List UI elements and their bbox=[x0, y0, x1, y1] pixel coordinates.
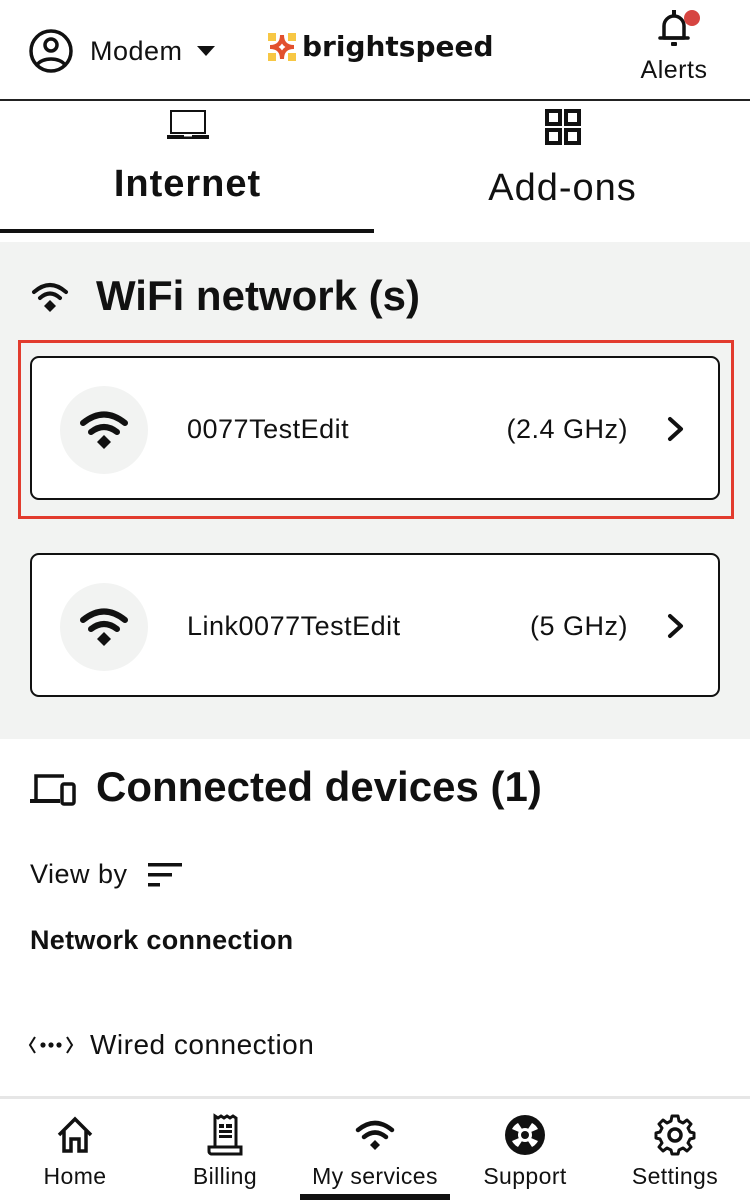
account-selector[interactable]: Modem bbox=[28, 28, 215, 74]
sort-icon bbox=[147, 862, 182, 886]
devices-section-heading: Connected devices (1) bbox=[30, 763, 542, 811]
wifi-networks-section: WiFi network (s) 0077TestEdit (2.4 GHz) … bbox=[0, 242, 750, 739]
tab-label: Add-ons bbox=[488, 167, 637, 209]
view-by-label: View by bbox=[30, 859, 128, 889]
wifi-icon bbox=[355, 1120, 395, 1150]
tab-internet[interactable]: Internet bbox=[0, 103, 375, 235]
brand-logo: brightspeed bbox=[268, 30, 494, 63]
alerts-button[interactable]: Alerts bbox=[632, 6, 716, 85]
network-band: (2.4 GHz) bbox=[506, 414, 628, 444]
nav-my-services[interactable]: My services bbox=[300, 1113, 450, 1190]
ethernet-icon bbox=[28, 1036, 74, 1054]
connected-devices-section: Connected devices (1) View by Network co… bbox=[0, 739, 750, 1095]
wifi-icon bbox=[80, 411, 128, 449]
nav-support[interactable]: Support bbox=[450, 1113, 600, 1190]
network-band: (5 GHz) bbox=[530, 611, 628, 641]
devices-icon bbox=[30, 774, 76, 806]
chevron-right-icon bbox=[668, 417, 683, 441]
wired-connection-group[interactable]: Wired connection bbox=[28, 1029, 314, 1061]
network-name: 0077TestEdit bbox=[187, 414, 350, 444]
app-header: Modem brightspeed Alerts bbox=[0, 0, 750, 101]
nav-label: Home bbox=[43, 1163, 107, 1189]
bottom-navigation: Home Billing My services Support Setting… bbox=[0, 1096, 750, 1200]
nav-label: Billing bbox=[192, 1163, 258, 1189]
connection-type-label: Wired connection bbox=[90, 1029, 315, 1060]
brand-name: brightspeed bbox=[302, 30, 494, 63]
wifi-icon bbox=[32, 283, 68, 312]
devices-section-title: Connected devices (1) bbox=[96, 763, 542, 810]
wifi-section-heading: WiFi network (s) bbox=[30, 272, 420, 320]
caret-down-icon bbox=[196, 46, 215, 56]
alerts-label: Alerts bbox=[640, 56, 708, 84]
nav-label: My services bbox=[312, 1163, 438, 1189]
account-label: Modem bbox=[90, 35, 183, 66]
nav-home[interactable]: Home bbox=[0, 1113, 150, 1190]
network-card-2-4ghz[interactable]: 0077TestEdit (2.4 GHz) bbox=[30, 356, 720, 500]
grid-icon bbox=[544, 109, 581, 145]
active-tab-indicator bbox=[0, 229, 374, 233]
network-card-5ghz[interactable]: Link0077TestEdit (5 GHz) bbox=[30, 553, 720, 697]
tab-label: Internet bbox=[113, 163, 262, 205]
network-name: Link0077TestEdit bbox=[187, 611, 401, 641]
receipt-icon bbox=[207, 1113, 243, 1156]
nav-label: Support bbox=[483, 1163, 567, 1189]
tab-add-ons[interactable]: Add-ons bbox=[375, 103, 750, 235]
chevron-right-icon bbox=[668, 614, 683, 638]
group-heading: Network connection bbox=[30, 925, 294, 955]
wifi-icon bbox=[80, 608, 128, 646]
network-icon-badge bbox=[60, 386, 148, 474]
alert-badge-dot bbox=[684, 10, 700, 26]
active-nav-indicator bbox=[300, 1194, 450, 1200]
tab-bar: Internet Add-ons bbox=[0, 103, 750, 243]
wifi-section-title: WiFi network (s) bbox=[96, 272, 420, 319]
gear-icon bbox=[654, 1114, 696, 1156]
nav-settings[interactable]: Settings bbox=[600, 1113, 750, 1190]
brightspeed-logo-icon bbox=[268, 32, 296, 61]
nav-label: Settings bbox=[631, 1163, 719, 1189]
home-icon bbox=[57, 1116, 93, 1153]
view-by-sort-button[interactable]: View by bbox=[30, 859, 184, 890]
user-circle-icon bbox=[29, 29, 73, 73]
lifebuoy-icon bbox=[505, 1115, 545, 1155]
network-icon-badge bbox=[60, 583, 148, 671]
laptop-icon bbox=[166, 110, 209, 139]
nav-billing[interactable]: Billing bbox=[150, 1113, 300, 1190]
